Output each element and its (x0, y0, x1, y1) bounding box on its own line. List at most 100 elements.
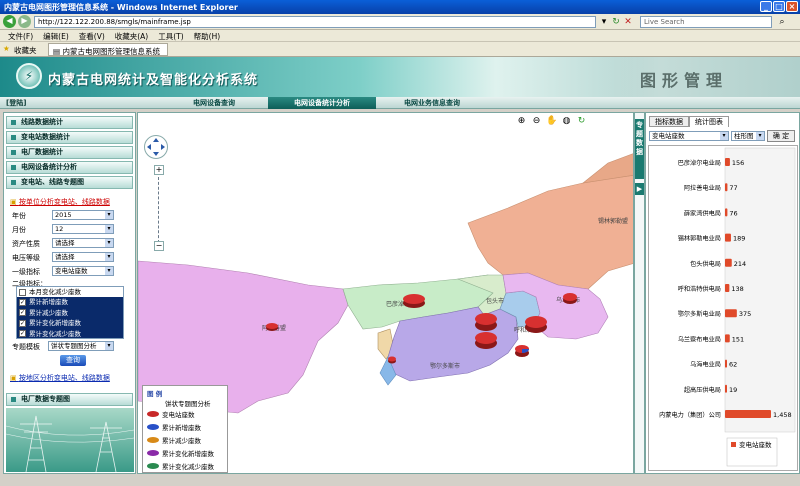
tab-statistic-chart[interactable]: 统计图表 (689, 116, 729, 127)
checkbox-icon[interactable] (19, 288, 26, 296)
menu-help[interactable]: 帮助(H) (194, 31, 221, 41)
tab-indicator-data[interactable]: 指标数据 (649, 116, 689, 127)
link-by-region-label: 按地区分析变电站、线路数据 (18, 374, 110, 382)
collapse-arrow-icon[interactable]: ▶ (635, 183, 644, 195)
forward-button[interactable]: ▶ (18, 15, 31, 28)
section-substation-stats[interactable]: 变电站数据统计 (6, 131, 133, 144)
voltage-select[interactable]: 请选择 (52, 252, 114, 262)
section-thematic-map[interactable]: 变电站、线路专题图 (6, 176, 133, 189)
section-equipment-analysis[interactable]: 电网设备统计分析 (6, 161, 133, 174)
power-tower-illustration (5, 408, 135, 473)
year-select[interactable]: 2015 (52, 210, 114, 220)
checkbox-checked-icon[interactable]: ✓ (19, 319, 26, 327)
legend-subtitle: 饼状专题图分析 (165, 400, 211, 408)
map-toolbar: ⊕ ⊖ ✋ ◍ ↻ (516, 116, 587, 127)
index-item[interactable]: ✓ 累计变化新增座数 (17, 318, 123, 329)
section-plant-thematic[interactable]: 电厂数据专题图 (6, 393, 133, 406)
bar[interactable] (725, 309, 737, 318)
tab-equipment-query[interactable]: 电网设备查询 (160, 97, 268, 109)
bar[interactable] (725, 284, 730, 292)
refresh-icon[interactable]: ↻ (610, 16, 622, 28)
section-plant-stats[interactable]: 电厂数据统计 (6, 146, 133, 159)
bar[interactable] (725, 410, 771, 418)
query-button[interactable]: 查询 (60, 355, 86, 366)
bar[interactable] (725, 158, 730, 166)
confirm-button[interactable]: 确 定 (767, 130, 795, 142)
chart-type-select[interactable]: 柱形图 (731, 131, 765, 141)
index-item[interactable]: 本月变化减少座数 (17, 287, 123, 297)
bar-value-label: 156 (732, 159, 744, 167)
dropdown-icon[interactable]: ▾ (598, 16, 610, 28)
link-by-region[interactable]: ▣ 按地区分析变电站、线路数据 (10, 373, 110, 383)
legend-item-label: 累计变化减少座数 (162, 463, 214, 471)
tab-business-query[interactable]: 电网业务信息查询 (376, 97, 488, 109)
refresh-map-icon[interactable]: ↻ (576, 116, 587, 127)
link-by-unit[interactable]: ▣ 按单位分析变电站、线路数据 (10, 197, 110, 207)
bar[interactable] (725, 334, 730, 343)
address-input[interactable]: http://122.122.200.88/smgls/mainframe.js… (34, 16, 596, 28)
stop-icon[interactable]: ✕ (622, 16, 634, 28)
zoom-plus-button[interactable]: + (154, 165, 164, 175)
bar[interactable] (725, 183, 728, 192)
left-sidebar: 线路数据统计 变电站数据统计 电厂数据统计 电网设备统计分析 变电站、线路专题图… (3, 112, 136, 474)
thematic-data-tab[interactable]: 专题数据 (635, 119, 644, 179)
index-item[interactable]: ✓ 累计减少座数 (17, 307, 123, 319)
menu-file[interactable]: 文件(F) (8, 31, 33, 41)
menu-tools[interactable]: 工具(T) (158, 31, 183, 41)
minimize-button[interactable]: _ (760, 1, 772, 12)
primary-index-select[interactable]: 变电站座数 (52, 266, 114, 276)
checkbox-checked-icon[interactable]: ✓ (19, 298, 26, 306)
checkbox-checked-icon[interactable]: ✓ (19, 330, 26, 338)
favorites-star-icon[interactable]: ★ (3, 44, 10, 53)
window-title: 内蒙古电网图形管理信息系统 - Windows Internet Explore… (4, 3, 238, 12)
pan-hand-icon[interactable]: ✋ (546, 116, 557, 127)
map-label-alxa: 阿拉善盟 (262, 325, 287, 332)
legend-label: 变电站座数 (739, 440, 772, 449)
bar-value-label: 138 (731, 285, 743, 293)
year-label: 年份 (12, 212, 26, 220)
zoom-slider[interactable] (158, 177, 160, 243)
close-button[interactable]: × (786, 1, 798, 12)
favorites-label[interactable]: 收藏夹 (14, 45, 37, 56)
zoom-minus-button[interactable]: − (154, 241, 164, 251)
menu-edit[interactable]: 编辑(E) (43, 31, 69, 41)
zoom-out-icon[interactable]: ⊖ (531, 116, 542, 127)
login-link[interactable]: [登陆] (6, 97, 26, 109)
bar[interactable] (725, 359, 727, 368)
pan-control[interactable] (144, 135, 168, 159)
tab-equipment-statistics[interactable]: 电网设备统计分析 (268, 97, 376, 109)
month-select[interactable]: 12 (52, 224, 114, 234)
map-label-bayannur: 巴彦淖尔 (386, 301, 411, 308)
menu-view[interactable]: 查看(V) (79, 31, 105, 41)
menu-favorites[interactable]: 收藏夹(A) (115, 31, 148, 41)
map-view[interactable]: ⊕ ⊖ ✋ ◍ ↻ + − 锡林郭勒盟 巴彦淖尔 包头市 呼和浩特 阿拉善盟 鄂… (137, 112, 634, 474)
asset-type-select[interactable]: 请选择 (52, 238, 114, 248)
checkbox-checked-icon[interactable]: ✓ (19, 309, 26, 317)
legend-title: 图 例 (147, 390, 163, 398)
secondary-index-list[interactable]: 本月变化减少座数 ✓ 累计新增座数 ✓ 累计减少座数 ✓ 累计变化新增座数 ✓ 累计变化… (16, 286, 124, 339)
bar[interactable] (725, 258, 732, 267)
zoom-in-icon[interactable]: ⊕ (516, 116, 527, 127)
bar-value-label: 19 (729, 386, 737, 394)
theme-select[interactable]: 饼状专题图分析 (48, 341, 114, 351)
search-input[interactable]: Live Search (640, 16, 772, 28)
bar-value-label: 189 (733, 235, 745, 243)
bar[interactable] (725, 384, 727, 393)
bar[interactable] (725, 233, 731, 242)
back-button[interactable]: ◀ (3, 15, 16, 28)
legend-item: 变电站座数 (147, 409, 195, 419)
globe-icon[interactable]: ◍ (561, 116, 572, 127)
state-grid-logo-icon: ⚡ (16, 63, 42, 89)
legend-swatch (147, 463, 159, 469)
category-label: 鄂尔多斯电业局 (678, 310, 721, 318)
legend-swatch (147, 411, 159, 417)
folder-icon: ▣ (10, 374, 19, 382)
section-line-stats[interactable]: 线路数据统计 (6, 116, 133, 129)
indicator-select[interactable]: 变电站座数 (649, 131, 729, 141)
index-item[interactable]: ✓ 累计新增座数 (17, 297, 123, 308)
bar[interactable] (725, 208, 728, 217)
search-icon[interactable]: ⌕ (776, 16, 788, 28)
index-item[interactable]: ✓ 累计变化减少座数 (17, 328, 123, 338)
maximize-button[interactable]: □ (773, 1, 785, 12)
browser-tab[interactable]: ▤ 内蒙古电网图形管理信息系统 (48, 43, 168, 56)
